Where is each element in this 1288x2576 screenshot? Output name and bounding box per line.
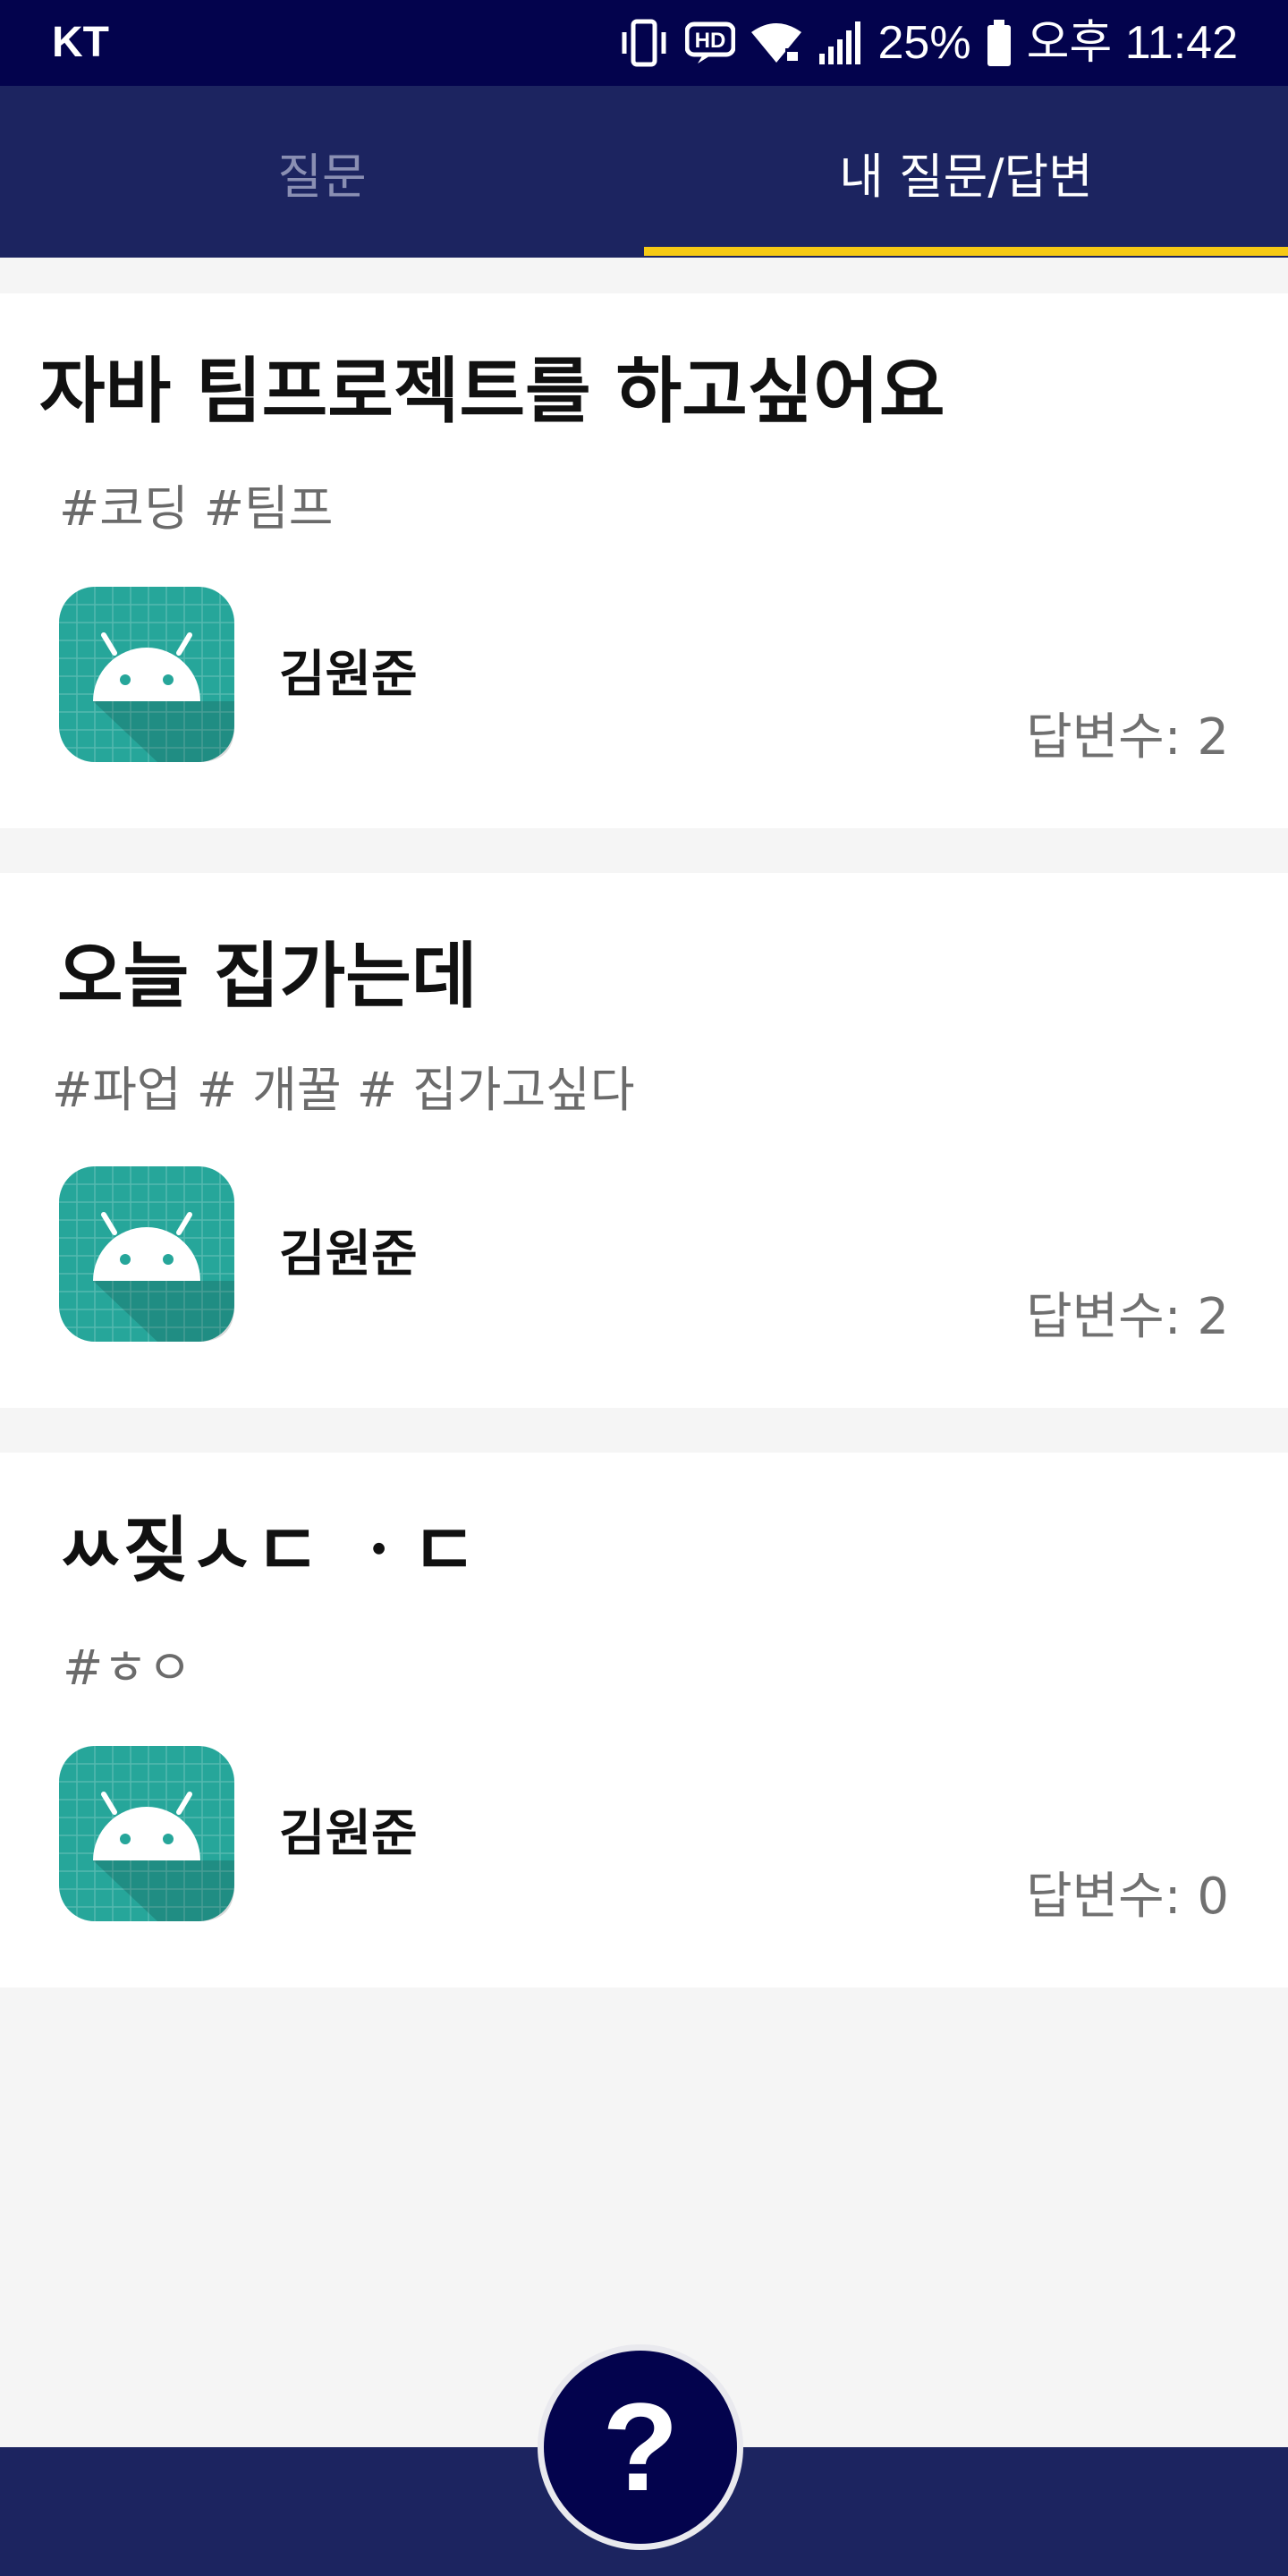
question-tags: #파업 # 개꿀 # 집가고싶다 <box>52 1062 635 1118</box>
question-card[interactable]: 자바 팀프로젝트를 하고싶어요 #코딩 #팀프 김원준 답변수: 2 <box>0 293 1288 828</box>
question-tags: #ㅎㅇ <box>63 1640 192 1696</box>
question-icon: ? <box>602 2377 679 2517</box>
battery-percent: 25% <box>877 17 971 69</box>
answer-count: 답변수: 2 <box>1026 1288 1229 1346</box>
author-name: 김원준 <box>279 1225 418 1284</box>
tab-selected-indicator <box>644 247 1288 256</box>
question-title: 자바 팀프로젝트를 하고싶어요 <box>39 350 945 433</box>
answer-count: 답변수: 0 <box>1026 1868 1229 1926</box>
hd-icon: HD <box>684 21 735 64</box>
svg-text:HD: HD <box>694 29 725 53</box>
tab-bar: 질문 내 질문/답변 <box>0 86 1288 258</box>
ask-question-button[interactable]: ? <box>538 2344 743 2550</box>
clock: 오후 11:42 <box>1026 17 1238 69</box>
question-title: 오늘 집가는데 <box>57 935 478 1018</box>
vibrate-icon <box>622 19 666 67</box>
author-name: 김원준 <box>279 646 418 704</box>
carrier-name: KT <box>52 19 109 66</box>
question-card[interactable]: 오늘 집가는데 #파업 # 개꿀 # 집가고싶다 김원준 답변수: 2 <box>0 873 1288 1408</box>
question-title: ㅆ짖ㅅㄷ ㆍㄷ <box>57 1509 478 1592</box>
answer-count: 답변수: 2 <box>1026 708 1229 767</box>
android-avatar-icon <box>59 1166 234 1342</box>
wifi-icon <box>750 23 801 63</box>
android-avatar-icon <box>59 1746 234 1921</box>
tab-questions[interactable]: 질문 <box>0 86 644 258</box>
android-avatar-icon <box>59 587 234 762</box>
status-bar: KT HD 25% 오후 11:42 <box>0 0 1288 86</box>
question-tags: #코딩 #팀프 <box>59 480 334 537</box>
tab-my-questions-answers[interactable]: 내 질문/답변 <box>644 86 1288 258</box>
question-card[interactable]: ㅆ짖ㅅㄷ ㆍㄷ #ㅎㅇ 김원준 답변수: 0 <box>0 1453 1288 1987</box>
signal-icon <box>818 21 860 64</box>
author-name: 김원준 <box>279 1805 418 1863</box>
status-indicators: HD 25% 오후 11:42 <box>617 13 1238 73</box>
battery-icon <box>987 20 1011 66</box>
